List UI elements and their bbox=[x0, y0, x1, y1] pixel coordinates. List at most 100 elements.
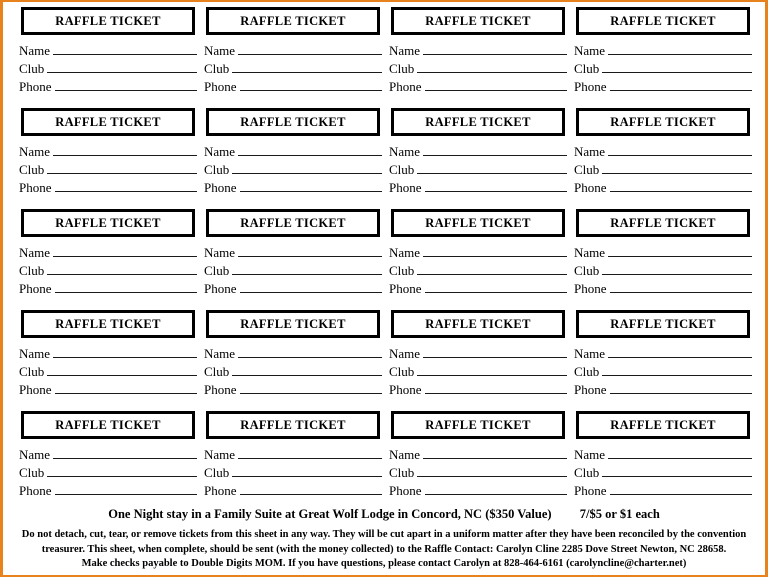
raffle-ticket: RAFFLE TICKET Name Club Phone bbox=[204, 310, 382, 411]
field-input-club[interactable] bbox=[417, 363, 567, 376]
field-label-name: Name bbox=[389, 43, 421, 58]
field-input-name[interactable] bbox=[608, 42, 752, 55]
field-row-phone: Phone bbox=[574, 482, 752, 500]
field-input-phone[interactable] bbox=[54, 179, 197, 192]
field-input-phone[interactable] bbox=[424, 78, 567, 91]
field-input-name[interactable] bbox=[423, 42, 567, 55]
ticket-header: RAFFLE TICKET bbox=[576, 411, 750, 439]
field-input-name[interactable] bbox=[53, 446, 197, 459]
field-input-phone[interactable] bbox=[239, 381, 382, 394]
raffle-ticket: RAFFLE TICKET Name Club Phone bbox=[204, 411, 382, 512]
field-input-phone[interactable] bbox=[239, 179, 382, 192]
field-input-club[interactable] bbox=[417, 60, 567, 73]
field-input-club[interactable] bbox=[417, 161, 567, 174]
field-label-name: Name bbox=[574, 245, 606, 260]
raffle-ticket: RAFFLE TICKET Name Club Phone bbox=[389, 411, 567, 512]
field-row-name: Name bbox=[204, 345, 382, 363]
field-input-name[interactable] bbox=[238, 446, 382, 459]
field-input-club[interactable] bbox=[232, 262, 382, 275]
field-input-phone[interactable] bbox=[54, 280, 197, 293]
field-input-club[interactable] bbox=[602, 60, 752, 73]
field-input-name[interactable] bbox=[423, 143, 567, 156]
field-input-name[interactable] bbox=[53, 244, 197, 257]
field-input-name[interactable] bbox=[608, 143, 752, 156]
field-row-club: Club bbox=[574, 60, 752, 78]
ticket-header: RAFFLE TICKET bbox=[21, 411, 195, 439]
field-input-club[interactable] bbox=[602, 464, 752, 477]
field-input-club[interactable] bbox=[47, 262, 197, 275]
ticket-header: RAFFLE TICKET bbox=[391, 411, 565, 439]
field-input-phone[interactable] bbox=[239, 78, 382, 91]
raffle-ticket: RAFFLE TICKET Name Club Phone bbox=[19, 7, 197, 108]
field-input-club[interactable] bbox=[602, 161, 752, 174]
field-input-club[interactable] bbox=[232, 363, 382, 376]
ticket-fields: Name Club Phone bbox=[19, 446, 197, 500]
field-input-phone[interactable] bbox=[54, 381, 197, 394]
raffle-ticket: RAFFLE TICKET Name Club Phone bbox=[19, 310, 197, 411]
field-input-club[interactable] bbox=[232, 161, 382, 174]
field-input-name[interactable] bbox=[238, 42, 382, 55]
field-input-name[interactable] bbox=[53, 143, 197, 156]
field-row-club: Club bbox=[204, 464, 382, 482]
field-input-phone[interactable] bbox=[54, 78, 197, 91]
field-input-phone[interactable] bbox=[609, 482, 752, 495]
ticket-header-label: RAFFLE TICKET bbox=[240, 13, 346, 28]
field-input-club[interactable] bbox=[47, 161, 197, 174]
field-input-club[interactable] bbox=[602, 363, 752, 376]
field-input-phone[interactable] bbox=[424, 280, 567, 293]
field-input-name[interactable] bbox=[608, 244, 752, 257]
ticket-header-label: RAFFLE TICKET bbox=[610, 316, 716, 331]
field-input-club[interactable] bbox=[602, 262, 752, 275]
ticket-fields: Name Club Phone bbox=[204, 345, 382, 399]
field-row-club: Club bbox=[204, 161, 382, 179]
field-input-club[interactable] bbox=[47, 363, 197, 376]
field-input-phone[interactable] bbox=[54, 482, 197, 495]
ticket-header: RAFFLE TICKET bbox=[206, 209, 380, 237]
field-input-name[interactable] bbox=[423, 446, 567, 459]
field-input-phone[interactable] bbox=[609, 280, 752, 293]
field-input-phone[interactable] bbox=[424, 381, 567, 394]
field-input-name[interactable] bbox=[608, 446, 752, 459]
field-row-phone: Phone bbox=[19, 381, 197, 399]
field-input-club[interactable] bbox=[417, 464, 567, 477]
field-row-phone: Phone bbox=[574, 179, 752, 197]
field-row-phone: Phone bbox=[19, 179, 197, 197]
field-row-club: Club bbox=[19, 161, 197, 179]
field-input-phone[interactable] bbox=[239, 280, 382, 293]
ticket-fields: Name Club Phone bbox=[204, 244, 382, 298]
field-input-name[interactable] bbox=[238, 244, 382, 257]
raffle-ticket: RAFFLE TICKET Name Club Phone bbox=[389, 7, 567, 108]
raffle-ticket: RAFFLE TICKET Name Club Phone bbox=[574, 108, 752, 209]
field-input-name[interactable] bbox=[608, 345, 752, 358]
field-input-phone[interactable] bbox=[609, 78, 752, 91]
field-input-club[interactable] bbox=[232, 464, 382, 477]
raffle-ticket: RAFFLE TICKET Name Club Phone bbox=[19, 209, 197, 310]
field-label-club: Club bbox=[19, 364, 45, 379]
field-row-name: Name bbox=[389, 345, 567, 363]
field-input-phone[interactable] bbox=[424, 179, 567, 192]
field-row-name: Name bbox=[574, 143, 752, 161]
raffle-ticket: RAFFLE TICKET Name Club Phone bbox=[19, 108, 197, 209]
field-input-club[interactable] bbox=[417, 262, 567, 275]
field-input-club[interactable] bbox=[47, 464, 197, 477]
field-input-name[interactable] bbox=[238, 345, 382, 358]
field-input-name[interactable] bbox=[53, 345, 197, 358]
field-input-phone[interactable] bbox=[424, 482, 567, 495]
field-input-phone[interactable] bbox=[239, 482, 382, 495]
field-input-club[interactable] bbox=[232, 60, 382, 73]
field-row-name: Name bbox=[574, 446, 752, 464]
field-label-club: Club bbox=[19, 61, 45, 76]
field-row-phone: Phone bbox=[204, 381, 382, 399]
field-input-name[interactable] bbox=[423, 345, 567, 358]
ticket-header-label: RAFFLE TICKET bbox=[425, 417, 531, 432]
field-input-club[interactable] bbox=[47, 60, 197, 73]
field-input-phone[interactable] bbox=[609, 179, 752, 192]
field-row-phone: Phone bbox=[574, 78, 752, 96]
field-input-name[interactable] bbox=[238, 143, 382, 156]
field-input-name[interactable] bbox=[53, 42, 197, 55]
field-label-phone: Phone bbox=[574, 382, 607, 397]
field-input-phone[interactable] bbox=[609, 381, 752, 394]
field-input-name[interactable] bbox=[423, 244, 567, 257]
ticket-fields: Name Club Phone bbox=[389, 345, 567, 399]
field-label-name: Name bbox=[574, 447, 606, 462]
